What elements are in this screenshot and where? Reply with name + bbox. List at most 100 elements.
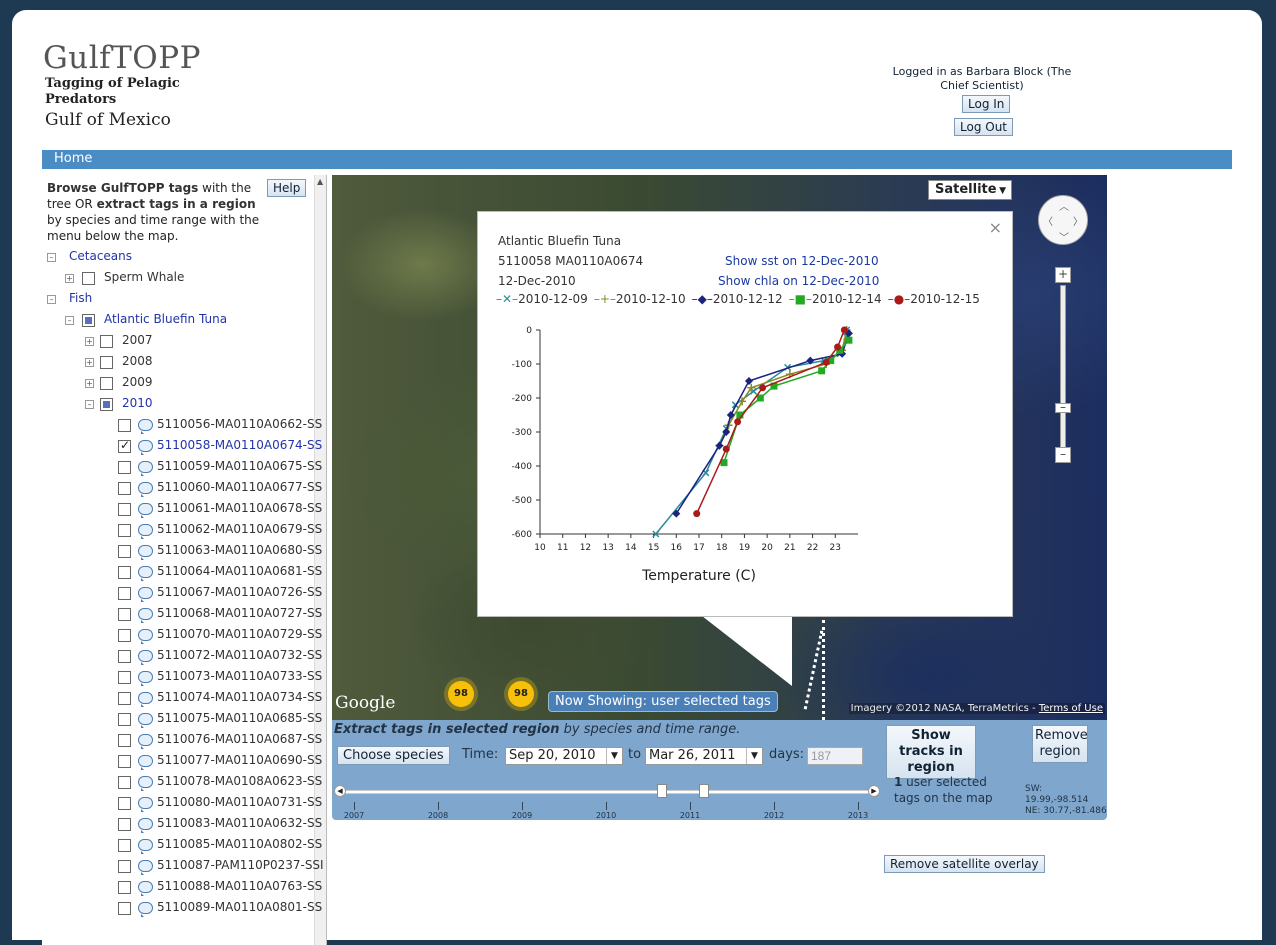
- from-date-select[interactable]: Sep 20, 2010 ▼: [505, 747, 623, 765]
- comment-bubble-icon[interactable]: [138, 650, 153, 665]
- tree-label[interactable]: 5110061-MA0110A0678-SS: [157, 501, 322, 515]
- logout-button[interactable]: Log Out: [954, 118, 1014, 136]
- tree-node-tag[interactable]: 5110074-MA0110A0734-SS: [42, 688, 322, 709]
- comment-bubble-icon[interactable]: [138, 818, 153, 833]
- tree-label[interactable]: 2009: [122, 375, 153, 389]
- pan-left-icon[interactable]: 〈: [1043, 213, 1053, 228]
- tree-node-tag[interactable]: 5110073-MA0110A0733-SS: [42, 667, 322, 688]
- tree-node-tag[interactable]: 5110072-MA0110A0732-SS: [42, 646, 322, 667]
- tree-checkbox[interactable]: [82, 314, 95, 327]
- slider-right-icon[interactable]: ▶: [868, 785, 880, 797]
- tree-checkbox[interactable]: [118, 881, 131, 894]
- tree-node-fish[interactable]: – Fish: [42, 289, 314, 310]
- tree-label[interactable]: 5110073-MA0110A0733-SS: [157, 669, 322, 683]
- remove-satellite-button[interactable]: Remove satellite overlay: [884, 855, 1045, 873]
- marker-cluster[interactable]: 98: [448, 681, 474, 707]
- tree-node-year[interactable]: +2008: [42, 352, 314, 373]
- comment-bubble-icon[interactable]: [138, 692, 153, 707]
- tree-node-tag[interactable]: 5110063-MA0110A0680-SS: [42, 541, 322, 562]
- site-logo[interactable]: GulfTOPP: [43, 40, 201, 76]
- tree-checkbox[interactable]: [118, 608, 131, 621]
- tree-checkbox[interactable]: [100, 356, 113, 369]
- tree-node-year[interactable]: +2009: [42, 373, 314, 394]
- comment-bubble-icon[interactable]: [138, 797, 153, 812]
- tree-label[interactable]: 5110067-MA0110A0726-SS: [157, 585, 322, 599]
- tree-node-bluefin-tuna[interactable]: – Atlantic Bluefin Tuna: [42, 310, 314, 331]
- tree-checkbox[interactable]: [118, 461, 131, 474]
- tree-label[interactable]: 5110085-MA0110A0802-SS: [157, 837, 322, 851]
- tree-checkbox[interactable]: [118, 839, 131, 852]
- tree-node-tag[interactable]: 5110087-PAM110P0237-SSI: [42, 856, 324, 877]
- comment-bubble-icon[interactable]: [138, 860, 153, 875]
- collapse-icon[interactable]: –: [47, 295, 56, 304]
- slider-left-icon[interactable]: ◀: [334, 785, 346, 797]
- tree-node-tag[interactable]: 5110064-MA0110A0681-SS: [42, 562, 322, 583]
- choose-species-button[interactable]: Choose species: [337, 746, 450, 765]
- tree-label[interactable]: 5110077-MA0110A0690-SS: [157, 753, 322, 767]
- expand-icon[interactable]: +: [85, 358, 94, 367]
- time-slider-track[interactable]: [344, 790, 876, 794]
- close-icon[interactable]: ×: [989, 218, 1002, 237]
- comment-bubble-icon[interactable]: [138, 440, 153, 455]
- tree-label[interactable]: Atlantic Bluefin Tuna: [104, 312, 227, 326]
- map[interactable]: Satellite ▼ ︿ ﹀ 〈 〉 + – – 98 98 Now Showi…: [332, 175, 1107, 720]
- pan-up-icon[interactable]: ︿: [1059, 198, 1069, 213]
- tree-label[interactable]: 2007: [122, 333, 153, 347]
- show-tracks-button[interactable]: Show tracks in region: [886, 725, 976, 779]
- tree-label[interactable]: 5110072-MA0110A0732-SS: [157, 648, 322, 662]
- tree-node-tag[interactable]: 5110060-MA0110A0677-SS: [42, 478, 322, 499]
- tree-node-cetaceans[interactable]: – Cetaceans: [42, 247, 314, 268]
- tree-checkbox[interactable]: [118, 755, 131, 768]
- comment-bubble-icon[interactable]: [138, 776, 153, 791]
- expand-icon[interactable]: +: [85, 337, 94, 346]
- tree-label[interactable]: 5110064-MA0110A0681-SS: [157, 564, 322, 578]
- comment-bubble-icon[interactable]: [138, 419, 153, 434]
- login-button[interactable]: Log In: [962, 95, 1011, 113]
- remove-region-button[interactable]: Remove region: [1032, 725, 1088, 763]
- days-field[interactable]: [807, 747, 863, 765]
- tree-checkbox[interactable]: [118, 818, 131, 831]
- comment-bubble-icon[interactable]: [138, 902, 153, 917]
- show-sst-link[interactable]: Show sst on 12-Dec-2010: [725, 254, 879, 268]
- comment-bubble-icon[interactable]: [138, 713, 153, 728]
- tree-label[interactable]: 5110083-MA0110A0632-SS: [157, 816, 322, 830]
- tree-label[interactable]: 5110078-MA0108A0623-SS: [157, 774, 322, 788]
- nav-home-link[interactable]: Home: [54, 151, 92, 166]
- show-chla-link[interactable]: Show chla on 12-Dec-2010: [718, 274, 879, 288]
- tree-checkbox[interactable]: [118, 419, 131, 432]
- help-button[interactable]: Help: [267, 179, 307, 197]
- comment-bubble-icon[interactable]: [138, 839, 153, 854]
- tree-checkbox[interactable]: [118, 524, 131, 537]
- comment-bubble-icon[interactable]: [138, 566, 153, 581]
- tree-label[interactable]: Cetaceans: [69, 249, 132, 263]
- comment-bubble-icon[interactable]: [138, 524, 153, 539]
- scroll-up-icon[interactable]: ▲: [317, 177, 323, 186]
- tree-node-tag[interactable]: 5110089-MA0110A0801-SS: [42, 898, 322, 919]
- comment-bubble-icon[interactable]: [138, 734, 153, 749]
- tree-label[interactable]: 5110075-MA0110A0685-SS: [157, 711, 322, 725]
- comment-bubble-icon[interactable]: [138, 503, 153, 518]
- tree-label[interactable]: 5110070-MA0110A0729-SS: [157, 627, 322, 641]
- expand-icon[interactable]: +: [85, 379, 94, 388]
- tree-checkbox[interactable]: [118, 902, 131, 915]
- tree-checkbox[interactable]: [82, 272, 95, 285]
- tree-node-tag[interactable]: 5110088-MA0110A0763-SS: [42, 877, 322, 898]
- tree-node-tag[interactable]: 5110068-MA0110A0727-SS: [42, 604, 322, 625]
- pan-down-icon[interactable]: ﹀: [1059, 229, 1069, 244]
- tree-node-tag[interactable]: 5110085-MA0110A0802-SS: [42, 835, 322, 856]
- tree-checkbox[interactable]: [100, 335, 113, 348]
- tree-checkbox[interactable]: [118, 713, 131, 726]
- zoom-slider-track[interactable]: [1060, 285, 1066, 460]
- tree-node-sperm-whale[interactable]: + Sperm Whale: [42, 268, 314, 289]
- tree-checkbox[interactable]: [118, 650, 131, 663]
- tree-label[interactable]: 5110089-MA0110A0801-SS: [157, 900, 322, 914]
- tree-label[interactable]: 5110068-MA0110A0727-SS: [157, 606, 322, 620]
- tree-node-tag[interactable]: 5110061-MA0110A0678-SS: [42, 499, 322, 520]
- tree-label[interactable]: 2010: [122, 396, 153, 410]
- tree-checkbox[interactable]: [118, 734, 131, 747]
- tree-checkbox[interactable]: [100, 377, 113, 390]
- tree-label[interactable]: 5110060-MA0110A0677-SS: [157, 480, 322, 494]
- tree-checkbox[interactable]: [118, 545, 131, 558]
- tree-label[interactable]: 5110056-MA0110A0662-SS: [157, 417, 322, 431]
- tree-node-tag[interactable]: 5110083-MA0110A0632-SS: [42, 814, 322, 835]
